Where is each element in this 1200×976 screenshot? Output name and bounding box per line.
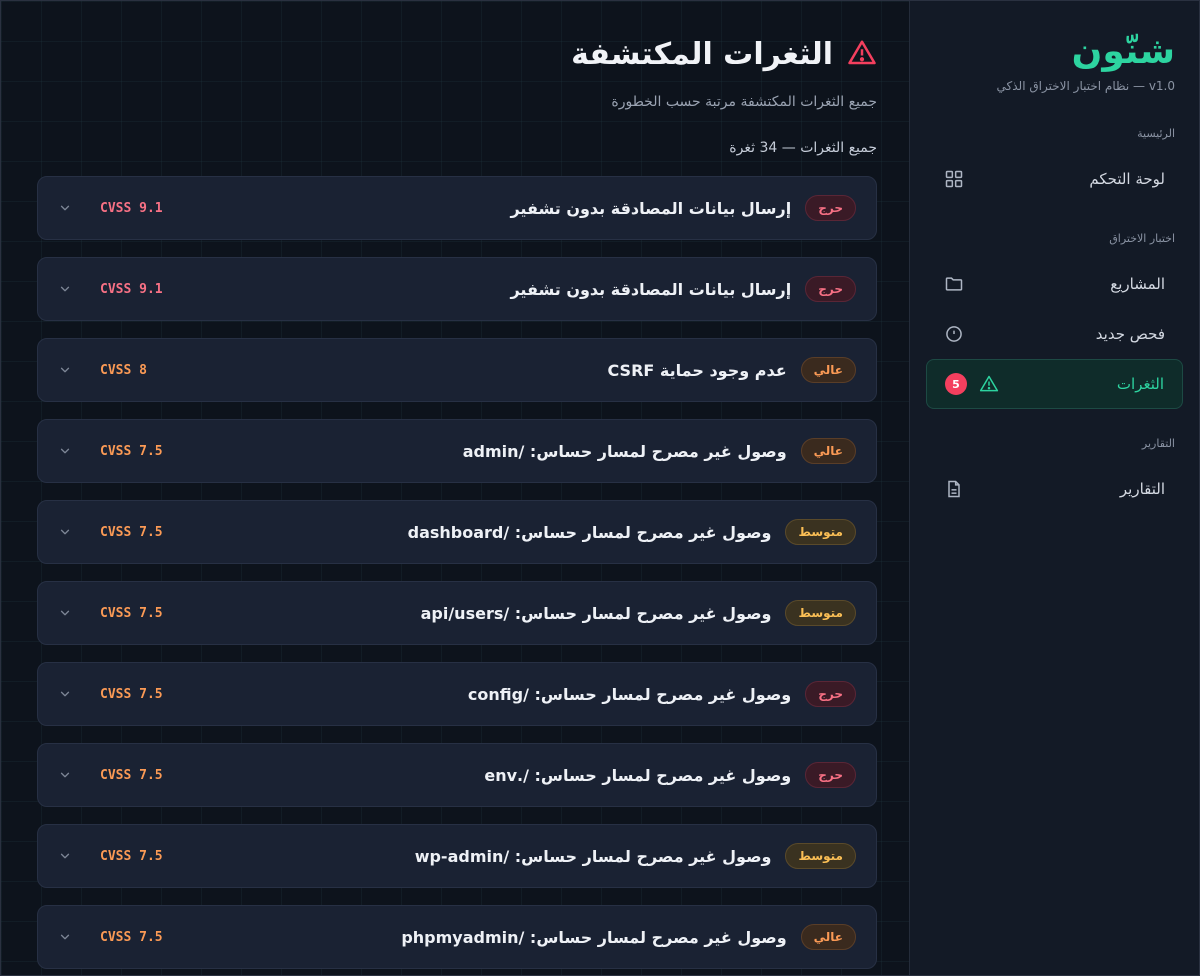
vulnerability-card[interactable]: حرج وصول غير مصرح لمسار حساس: /.env CVSS… (37, 743, 877, 807)
vulnerability-list: حرج إرسال بيانات المصادقة بدون تشفير CVS… (37, 176, 877, 969)
vulnerability-title: وصول غير مصرح لمسار حساس: /.env (484, 765, 792, 785)
vulnerability-card[interactable]: متوسط وصول غير مصرح لمسار حساس: /dashboa… (37, 500, 877, 564)
document-icon (944, 479, 964, 499)
section-label-reports: التقارير (1141, 437, 1175, 450)
vulnerability-card[interactable]: عالي وصول غير مصرح لمسار حساس: /admin CV… (37, 419, 877, 483)
vulnerability-count: جميع الثغرات — 34 ثغرة (729, 140, 877, 156)
sidebar-item-label: التقارير (1119, 480, 1165, 498)
warning-icon (847, 38, 877, 72)
cvss-score: CVSS 7.5 (100, 443, 163, 459)
sidebar: شنّون v1.0 — نظام اختبار الاختراق الذكي … (909, 1, 1199, 975)
sidebar-item-projects[interactable]: المشاريع (926, 259, 1183, 309)
severity-badge: حرج (805, 681, 856, 707)
severity-badge: حرج (805, 276, 856, 302)
chevron-down-icon[interactable] (58, 849, 72, 863)
page-title: الثغرات المكتشفة (571, 37, 833, 72)
main-content: الثغرات المكتشفة جميع الثغرات المكتشفة م… (1, 1, 909, 975)
cvss-score: CVSS 7.5 (100, 929, 163, 945)
severity-badge: عالي (800, 438, 856, 464)
vulnerability-card[interactable]: حرج إرسال بيانات المصادقة بدون تشفير CVS… (37, 176, 877, 240)
cvss-score: CVSS 9.1 (100, 281, 163, 297)
severity-badge: عالي (800, 357, 856, 383)
vulnerability-card[interactable]: متوسط وصول غير مصرح لمسار حساس: /api/use… (37, 581, 877, 645)
sidebar-item-label: فحص جديد (1095, 325, 1165, 343)
chevron-down-icon[interactable] (58, 201, 72, 215)
sidebar-item-new-scan[interactable]: فحص جديد (926, 309, 1183, 359)
vulnerabilities-count-badge: 5 (945, 373, 967, 395)
chevron-down-icon[interactable] (58, 606, 72, 620)
cvss-score: CVSS 7.5 (100, 605, 163, 621)
chevron-down-icon[interactable] (58, 768, 72, 782)
brand: شنّون v1.0 — نظام اختبار الاختراق الذكي (934, 29, 1175, 93)
vulnerability-card[interactable]: حرج وصول غير مصرح لمسار حساس: /config CV… (37, 662, 877, 726)
warning-icon (979, 374, 999, 394)
cvss-score: CVSS 7.5 (100, 767, 163, 783)
vulnerability-title: وصول غير مصرح لمسار حساس: /dashboard (407, 522, 772, 542)
app-window: شنّون v1.0 — نظام اختبار الاختراق الذكي … (0, 0, 1200, 976)
vulnerability-card[interactable]: متوسط وصول غير مصرح لمسار حساس: /wp-admi… (37, 824, 877, 888)
cvss-score: CVSS 7.5 (100, 524, 163, 540)
chevron-down-icon[interactable] (58, 282, 72, 296)
folder-icon (944, 274, 964, 294)
severity-badge: متوسط (785, 843, 856, 869)
vulnerability-title: وصول غير مصرح لمسار حساس: /api/users (420, 603, 772, 623)
section-label-home: الرئيسية (1137, 127, 1175, 140)
vulnerability-card[interactable]: عالي عدم وجود حماية CSRF CVSS 8 (37, 338, 877, 402)
chevron-down-icon[interactable] (58, 363, 72, 377)
severity-badge: حرج (805, 762, 856, 788)
cvss-score: CVSS 7.5 (100, 848, 163, 864)
cvss-score: CVSS 8 (100, 362, 147, 378)
brand-logo[interactable]: شنّون (934, 29, 1175, 75)
grid-icon (944, 169, 964, 189)
vulnerability-title: إرسال بيانات المصادقة بدون تشفير (510, 198, 792, 218)
vulnerability-card[interactable]: عالي وصول غير مصرح لمسار حساس: /phpmyadm… (37, 905, 877, 969)
vulnerability-title: إرسال بيانات المصادقة بدون تشفير (510, 279, 792, 299)
vulnerability-title: وصول غير مصرح لمسار حساس: /phpmyadmin (401, 927, 787, 947)
chevron-down-icon[interactable] (58, 687, 72, 701)
cvss-score: CVSS 7.5 (100, 686, 163, 702)
brand-subtitle: v1.0 — نظام اختبار الاختراق الذكي (996, 79, 1175, 93)
circle-icon (944, 324, 964, 344)
chevron-down-icon[interactable] (58, 525, 72, 539)
chevron-down-icon[interactable] (58, 930, 72, 944)
vulnerability-title: وصول غير مصرح لمسار حساس: /config (467, 684, 792, 704)
sidebar-item-reports[interactable]: التقارير (926, 464, 1183, 514)
chevron-down-icon[interactable] (58, 444, 72, 458)
sidebar-item-vulnerabilities[interactable]: الثغرات 5 (926, 359, 1183, 409)
page-subtitle: جميع الثغرات المكتشفة مرتبة حسب الخطورة (611, 94, 877, 110)
vulnerability-title: وصول غير مصرح لمسار حساس: /admin (462, 441, 787, 461)
severity-badge: عالي (800, 924, 856, 950)
severity-badge: متوسط (785, 519, 856, 545)
severity-badge: حرج (805, 195, 856, 221)
vulnerability-card[interactable]: حرج إرسال بيانات المصادقة بدون تشفير CVS… (37, 257, 877, 321)
sidebar-item-label: الثغرات (1116, 375, 1164, 393)
severity-badge: متوسط (785, 600, 856, 626)
sidebar-item-dashboard[interactable]: لوحة التحكم (926, 154, 1183, 204)
vulnerability-title: عدم وجود حماية CSRF (607, 360, 787, 380)
page-header: الثغرات المكتشفة (37, 37, 877, 72)
sidebar-item-label: لوحة التحكم (1089, 170, 1165, 188)
cvss-score: CVSS 9.1 (100, 200, 163, 216)
vulnerability-title: وصول غير مصرح لمسار حساس: /wp-admin (414, 846, 772, 866)
section-label-pentest: اختبار الاختراق (1109, 232, 1175, 245)
sidebar-item-label: المشاريع (1110, 275, 1165, 293)
